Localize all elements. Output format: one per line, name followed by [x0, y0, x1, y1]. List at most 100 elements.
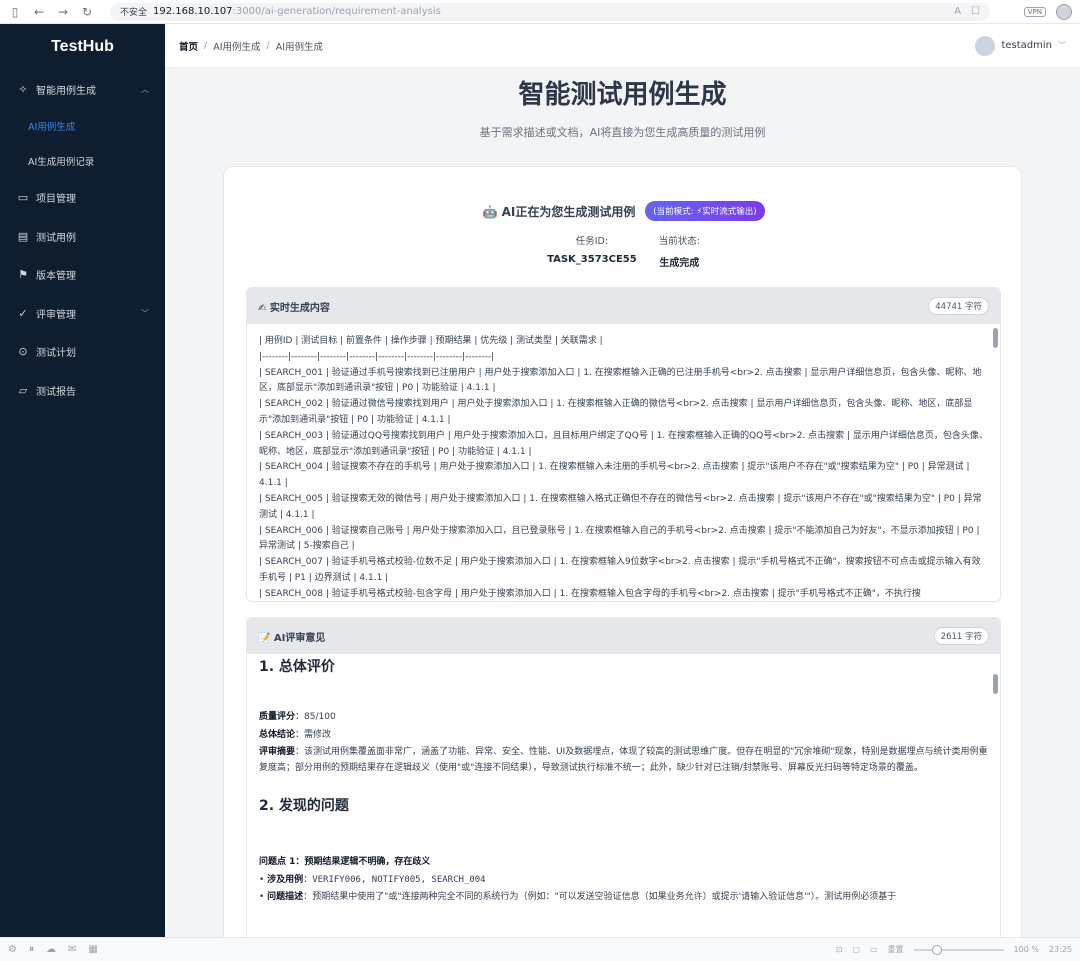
issue-title: 问题点 1：预期结果逻辑不明确，存在歧义: [259, 856, 431, 867]
char-count-badge: 2611 字符: [933, 627, 989, 645]
zoom-reset-label[interactable]: 重置: [888, 944, 904, 955]
avatar: [975, 35, 996, 56]
sidebar-subitem-ai-case-generation[interactable]: AI用例生成: [0, 109, 165, 144]
zoom-slider-thumb[interactable]: [931, 944, 942, 955]
flag-icon: ⚑: [18, 268, 28, 282]
chevron-down-icon: ﹀: [141, 308, 149, 318]
task-id-label: 任务ID:: [575, 236, 609, 247]
sidebar-item-label: 测试计划: [36, 348, 76, 360]
issue-cases: • 涉及用例：VERIFY006, NOTIFY005, SEARCH_004: [259, 874, 486, 885]
content-line: | SEARCH_004 | 验证搜索不存在的手机号 | 用户处于搜索添加入口 …: [259, 462, 970, 489]
content-line: | SEARCH_007 | 验证手机号格式校验-位数不足 | 用户处于搜索添加…: [259, 557, 981, 583]
content-line: | SEARCH_006 | 验证搜索自己账号 | 用户处于搜索添加入口，且已登…: [259, 525, 980, 552]
screenshot-icon[interactable]: ⊡: [836, 945, 843, 954]
main-content: 智能测试用例生成 基于需求描述或文档，AI将直接为您生成高质量的测试用例 🤖 A…: [165, 68, 1080, 937]
sidebar-item-label: 版本管理: [36, 271, 76, 283]
score-value: 85/100: [304, 711, 336, 722]
mail-icon[interactable]: ✉: [68, 944, 76, 955]
review-body[interactable]: 1. 总体评价 质量评分：85/100 总体结论：需修改 评审摘要：该测试用例集…: [247, 654, 1000, 937]
summary-line: 评审摘要：该测试用例集覆盖面非常广，涵盖了功能、异常、安全、性能、UI及数据埋点…: [259, 747, 988, 774]
zoom-level: 100 %: [1013, 945, 1039, 954]
url-host: 192.168.10.107: [153, 6, 233, 17]
issue-description: • 问题描述：预期结果中使用了"或"连接两种完全不同的系统行为（例如："可以发送…: [259, 892, 897, 903]
presentation-icon: ▱: [18, 383, 28, 397]
realtime-content-body[interactable]: | 用例ID | 测试目标 | 前置条件 | 操作步骤 | 预期结果 | 优先级…: [247, 324, 1000, 601]
play-circle-icon: ⊙: [18, 345, 28, 359]
cloud-icon[interactable]: ☁: [46, 944, 56, 955]
task-id-value: TASK_3573CE55: [547, 254, 637, 265]
calendar-icon[interactable]: ▦: [88, 944, 97, 955]
page-subtitle: 基于需求描述或文档，AI将直接为您生成高质量的测试用例: [479, 126, 766, 139]
content-line: |--------|--------|--------|--------|---…: [259, 351, 495, 362]
summary-value: 该测试用例集覆盖面非常广，涵盖了功能、异常、安全、性能、UI及数据埋点，体现了较…: [259, 747, 988, 774]
char-count-badge: 44741 字符: [928, 297, 989, 315]
generation-card: 🤖 AI正在为您生成测试用例 (当前模式: ⚡实时流式输出) 任务ID: TAS…: [223, 166, 1022, 937]
check-icon: ✓: [18, 306, 28, 320]
url-path: :3000/ai-generation/requirement-analysis: [232, 6, 441, 17]
forward-icon[interactable]: →: [56, 5, 70, 19]
sparkle-icon: ✧: [18, 82, 28, 96]
content-line: | SEARCH_002 | 验证通过微信号搜索找到用户 | 用户处于搜索添加入…: [259, 399, 973, 425]
back-icon[interactable]: ←: [32, 5, 46, 19]
review-panel: 📝 AI评审意见 2611 字符 1. 总体评价 质量评分：85/100 总体结…: [246, 617, 1001, 937]
sidebar-item-label: 测试用例: [36, 232, 76, 244]
address-bar[interactable]: 不安全 192.168.10.107:3000/ai-generation/re…: [110, 2, 990, 21]
content-line: | SEARCH_001 | 验证通过手机号搜索找到已注册用户 | 用户处于搜索…: [259, 367, 982, 394]
sidebar-item-test-reports[interactable]: ▱ 测试报告: [0, 371, 165, 410]
pause-icon[interactable]: ⏸: [29, 944, 34, 955]
state-value: 生成完成: [659, 258, 700, 269]
sidebar-toggle-icon[interactable]: ▯: [8, 5, 22, 19]
profile-icon[interactable]: [1056, 3, 1072, 20]
mode-badge: (当前模式: ⚡实时流式输出): [645, 201, 765, 221]
zoom-slider[interactable]: [913, 944, 1004, 955]
breadcrumb-home[interactable]: 首页: [179, 39, 198, 53]
clock: 23:25: [1048, 945, 1072, 954]
realtime-panel-header: ✍ 实时生成内容 44741 字符: [247, 288, 1000, 324]
content-line: | SEARCH_003 | 验证通过QQ号搜索找到用户 | 用户处于搜索添加入…: [259, 430, 988, 457]
sidebar-item-test-plans[interactable]: ⊙ 测试计划: [0, 333, 165, 372]
chevron-down-icon: ﹀: [1058, 41, 1066, 50]
user-menu[interactable]: testadmin ﹀: [975, 35, 1066, 56]
code-icon[interactable]: ▭: [870, 945, 878, 954]
content-line: | SEARCH_005 | 验证搜索无效的微信号 | 用户处于搜索添加入口 |…: [259, 493, 982, 520]
sidebar-item-ai-generation[interactable]: ✧ 智能用例生成 ︿: [0, 70, 165, 109]
sidebar-item-label: 测试报告: [36, 386, 76, 398]
sidebar-item-label: 智能用例生成: [36, 85, 96, 97]
review-heading-overall: 1. 总体评价: [259, 659, 335, 675]
state-label: 当前状态:: [658, 236, 700, 247]
app-logo[interactable]: TestHub: [0, 24, 165, 70]
scrollbar[interactable]: [993, 328, 998, 348]
conclusion-value: 需修改: [304, 729, 332, 740]
content-line: | SEARCH_008 | 验证手机号格式校验-包含字母 | 用户处于搜索添加…: [259, 588, 921, 599]
translate-icon[interactable]: A: [954, 6, 961, 17]
document-icon: ▤: [17, 229, 29, 243]
breadcrumb-current: AI用例生成: [275, 41, 324, 53]
breadcrumb-item[interactable]: AI用例生成: [213, 39, 260, 53]
generation-status-heading: 🤖 AI正在为您生成测试用例 (当前模式: ⚡实时流式输出): [224, 201, 1023, 221]
task-meta: 任务ID: TASK_3573CE55 当前状态: 生成完成: [224, 233, 1023, 269]
sidebar-subitem-ai-case-records[interactable]: AI生成用例记录: [0, 144, 165, 179]
status-heading-text: 🤖 AI正在为您生成测试用例: [482, 204, 636, 219]
review-heading-issues: 2. 发现的问题: [259, 797, 349, 814]
scrollbar[interactable]: [993, 674, 998, 694]
page-title: 智能测试用例生成: [518, 80, 727, 110]
top-header: 首页 / AI用例生成 / AI用例生成 testadmin ﹀: [165, 24, 1080, 68]
browser-toolbar: ▯ ← → ↻ 不安全 192.168.10.107:3000/ai-gener…: [0, 0, 1080, 24]
sidebar-item-label: 评审管理: [36, 309, 76, 321]
sidebar-item-projects[interactable]: ▭ 项目管理: [0, 179, 165, 218]
sidebar-item-test-cases[interactable]: ▤ 测试用例: [0, 217, 165, 256]
window-icon[interactable]: ▢: [852, 945, 860, 954]
settings-icon[interactable]: ⚙: [8, 944, 17, 955]
sidebar-item-label: 项目管理: [36, 194, 76, 206]
sidebar-item-reviews[interactable]: ✓ 评审管理 ﹀: [0, 294, 165, 333]
vpn-badge[interactable]: VPN: [1023, 6, 1046, 17]
folder-icon: ▭: [17, 191, 29, 205]
browser-statusbar: ⚙ ⏸ ☁ ✉ ▦ ⊡ ▢ ▭ 重置 100 % 23:25: [0, 937, 1080, 961]
reload-icon[interactable]: ↻: [80, 5, 94, 19]
review-panel-header: 📝 AI评审意见 2611 字符: [247, 618, 1000, 654]
sidebar-item-versions[interactable]: ⚑ 版本管理: [0, 256, 165, 295]
security-label: 不安全: [120, 8, 148, 18]
content-line: | 用例ID | 测试目标 | 前置条件 | 操作步骤 | 预期结果 | 优先级…: [259, 336, 603, 346]
realtime-panel-title: ✍ 实时生成内容: [258, 302, 330, 314]
bookmark-icon[interactable]: ☐: [971, 6, 980, 17]
